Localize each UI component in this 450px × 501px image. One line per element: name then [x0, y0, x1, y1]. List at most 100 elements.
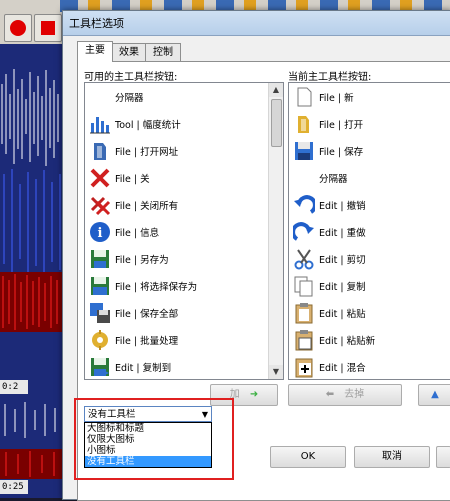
available-buttons-list[interactable]: 分隔器 Tool | 幅度统计 File | 打开网址 File | 关 File | … — [84, 82, 284, 380]
tab-effects[interactable]: 效果 — [111, 43, 147, 62]
scroll-up-icon[interactable]: ▲ — [269, 83, 283, 97]
available-item[interactable]: 分隔器 — [85, 83, 283, 109]
current-item-label: Edit | 粘贴新 — [319, 336, 376, 347]
save-all-icon — [89, 302, 111, 324]
current-item-label: Edit | 剪切 — [319, 255, 366, 266]
stop-icon — [41, 21, 55, 35]
open-icon — [293, 113, 315, 135]
toolbar-style-option[interactable]: 没有工具栏 — [85, 456, 211, 467]
dialog-titlebar[interactable]: 工具栏选项 — [63, 11, 450, 36]
available-item[interactable]: File | 关闭所有 — [85, 191, 283, 217]
current-item-label: File | 新 — [319, 93, 354, 104]
current-item[interactable]: Edit | 撤销 — [289, 191, 450, 217]
available-item[interactable]: Tool | 幅度统计 — [85, 110, 283, 136]
save-selection-icon — [89, 275, 111, 297]
move-up-button[interactable]: ▲ — [418, 384, 450, 406]
current-item[interactable]: Edit | 剪切 — [289, 245, 450, 271]
copy-to-icon — [89, 356, 111, 378]
save-icon — [293, 140, 315, 162]
tab-controls[interactable]: 控制 — [145, 43, 181, 62]
available-item-label: Edit | 复制到 — [115, 363, 172, 374]
ok-button[interactable]: OK — [270, 446, 346, 468]
available-item-label: 分隔器 — [115, 93, 144, 104]
batch-icon — [89, 329, 111, 351]
record-icon — [10, 20, 26, 36]
arrow-left-icon: ⬅ — [325, 389, 342, 400]
current-item[interactable]: Edit | 粘贴 — [289, 299, 450, 325]
available-item[interactable]: File | 另存为 — [85, 245, 283, 271]
undo-icon — [293, 194, 317, 216]
current-item[interactable]: File | 新 — [289, 83, 450, 109]
current-buttons-list[interactable]: File | 新 File | 打开 File | 保存 分隔器 Edit | 撤销 Ed… — [288, 82, 450, 380]
available-item-label: File | 将选择保存为 — [115, 282, 198, 293]
waveform-graphic — [0, 64, 62, 479]
available-item[interactable]: File | 保存全部 — [85, 299, 283, 325]
available-item-label: File | 打开网址 — [115, 147, 179, 158]
close-icon — [89, 167, 111, 189]
help-button[interactable] — [436, 446, 450, 468]
current-item[interactable]: File | 保存 — [289, 137, 450, 163]
current-item-label: Edit | 粘贴 — [319, 309, 366, 320]
remove-button-label: 去掉 — [344, 389, 365, 400]
cancel-button[interactable]: 取消 — [354, 446, 430, 468]
available-item[interactable]: i File | 信息 — [85, 218, 283, 244]
available-item-label: File | 另存为 — [115, 255, 169, 266]
current-item[interactable]: Edit | 粘贴新 — [289, 326, 450, 352]
available-item[interactable]: File | 将选择保存为 — [85, 272, 283, 298]
close-all-icon — [89, 194, 111, 216]
current-item-label: File | 打开 — [319, 120, 364, 131]
current-item[interactable]: File | 打开 — [289, 110, 450, 136]
toolbar-style-dropdown: 大图标和标题 仅限大图标 小图标 没有工具栏 — [84, 422, 212, 468]
current-item-label: Edit | 撤销 — [319, 201, 366, 212]
svg-text:i: i — [98, 226, 103, 241]
arrow-up-icon: ▲ — [431, 389, 439, 400]
toolbar-style-value: 没有工具栏 — [88, 409, 136, 420]
current-item-label: Edit | 复制 — [319, 282, 366, 293]
current-item[interactable]: Edit | 重做 — [289, 218, 450, 244]
redo-icon — [291, 221, 315, 243]
available-buttons-label: 可用的主工具栏按钮: — [84, 72, 178, 83]
add-button-label: 加 — [229, 389, 240, 400]
available-item-label: File | 保存全部 — [115, 309, 179, 320]
amplitude-stats-icon — [89, 113, 111, 135]
available-item[interactable]: File | 批量处理 — [85, 326, 283, 352]
waveform-view[interactable]: 0:2 0:25 — [0, 44, 62, 498]
toolbar-style-select[interactable]: 没有工具栏 ▼ — [84, 406, 212, 422]
separator-icon — [293, 167, 315, 189]
time-label: 0:2 — [0, 380, 28, 394]
time-label: 0:25 — [0, 480, 28, 494]
scroll-down-icon[interactable]: ▼ — [269, 365, 283, 379]
add-button[interactable]: 加 ➜ — [210, 384, 278, 406]
toolbar-style-option[interactable]: 小图标 — [85, 445, 211, 456]
toolbar-style-option[interactable]: 仅限大图标 — [85, 434, 211, 445]
available-item-label: File | 信息 — [115, 228, 160, 239]
current-item[interactable]: Edit | 混合 — [289, 353, 450, 379]
current-item[interactable]: Edit | 复制 — [289, 272, 450, 298]
dialog-title: 工具栏选项 — [69, 17, 124, 30]
available-item[interactable]: File | 打开网址 — [85, 137, 283, 163]
paste-icon — [293, 302, 315, 324]
open-url-icon — [89, 140, 111, 162]
stop-button[interactable] — [34, 14, 62, 42]
available-item-label: Tool | 幅度统计 — [115, 120, 181, 131]
available-item[interactable]: Edit | 复制到 — [85, 353, 283, 379]
current-item[interactable]: 分隔器 — [289, 164, 450, 190]
cut-icon — [293, 248, 315, 270]
new-file-icon — [293, 86, 315, 108]
current-item-label: Edit | 混合 — [319, 363, 366, 374]
tab-main[interactable]: 主要 — [77, 41, 113, 62]
available-list-scrollbar[interactable]: ▲ ▼ — [268, 83, 283, 379]
separator-icon — [89, 86, 111, 108]
remove-button[interactable]: ⬅ 去掉 — [288, 384, 402, 406]
available-item-label: File | 关闭所有 — [115, 201, 179, 212]
info-icon: i — [89, 221, 111, 243]
chevron-down-icon: ▼ — [201, 410, 208, 419]
current-buttons-label: 当前主工具栏按钮: — [288, 72, 372, 83]
save-as-icon — [89, 248, 111, 270]
available-item[interactable]: File | 关 — [85, 164, 283, 190]
paste-new-icon — [293, 329, 315, 351]
mix-icon — [293, 356, 315, 378]
toolbar-style-option[interactable]: 大图标和标题 — [85, 423, 211, 434]
scroll-thumb[interactable] — [271, 99, 282, 147]
record-button[interactable] — [4, 14, 32, 42]
